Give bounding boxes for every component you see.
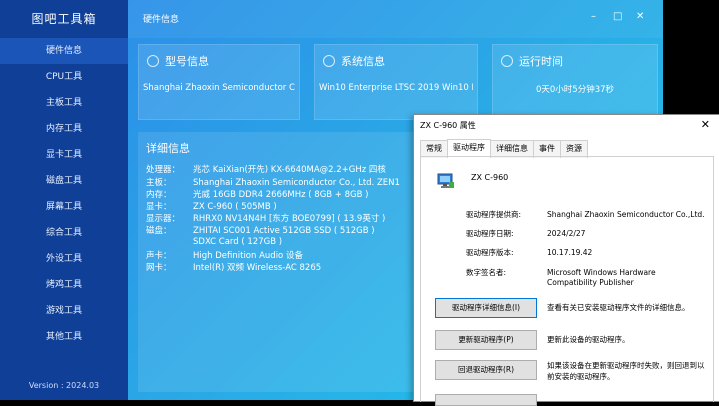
driver-details-button[interactable]: 驱动程序详细信息(I) bbox=[435, 298, 537, 318]
properties-dialog: ZX C-960 属性 ✕ 常规 驱动程序 详细信息 事件 资源 ZX C-96… bbox=[413, 114, 719, 406]
sidebar-item-disk[interactable]: 磁盘工具 bbox=[0, 168, 128, 194]
model-card-title: 型号信息 bbox=[165, 55, 209, 68]
driver-details-desc: 查看有关已安装驱动程序文件的详细信息。 bbox=[547, 303, 690, 312]
detail-row-monitor: 显示器： RHRX0 NV14N4H [东方 BOE0799] ( 13.9英寸 … bbox=[146, 214, 386, 224]
detail-row-audio: 声卡： High Definition Audio 设备 bbox=[146, 251, 303, 261]
dialog-title: ZX C-960 属性 bbox=[420, 121, 476, 130]
sidebar-item-general[interactable]: 综合工具 bbox=[0, 220, 128, 246]
model-card: 型号信息 Shanghai Zhaoxin Semiconductor Co.,… bbox=[138, 44, 300, 120]
detail-row-gpu: 显卡： ZX C-960 ( 505MB ) bbox=[146, 202, 277, 212]
minimize-button[interactable]: – bbox=[591, 11, 596, 22]
detail-row-cpu: 处理器： 兆芯 KaiXian(开先) KX-6640MA@2.2+GHz 四核 bbox=[146, 165, 386, 175]
dialog-close-button[interactable]: ✕ bbox=[701, 118, 710, 131]
detail-row-network: 网卡： Intel(R) 双频 Wireless-AC 8265 bbox=[146, 263, 322, 273]
sidebar: 图吧工具箱 硬件信息 CPU工具 主板工具 内存工具 显卡工具 磁盘工具 屏幕工… bbox=[0, 0, 128, 400]
detail-title: 详细信息 bbox=[146, 142, 190, 155]
system-card: 系统信息 Win10 Enterprise LTSC 2019 Win10 En… bbox=[314, 44, 478, 120]
detail-row-memory: 内存： 光威 16GB DDR4 2666MHz ( 8GB + 8GB ) bbox=[146, 190, 369, 200]
device-name: ZX C-960 bbox=[471, 173, 509, 182]
system-icon bbox=[323, 55, 335, 67]
system-value: Win10 Enterprise LTSC 2019 Win10 Ente bbox=[319, 83, 473, 93]
prop-date: 驱动程序日期: 2024/2/27 bbox=[466, 229, 586, 238]
detail-row-disk2: SDXC Card ( 127GB ) bbox=[193, 237, 283, 247]
sidebar-item-motherboard[interactable]: 主板工具 bbox=[0, 90, 128, 116]
app-title: 图吧工具箱 bbox=[31, 12, 97, 26]
sidebar-item-game[interactable]: 游戏工具 bbox=[0, 298, 128, 324]
rollback-driver-button[interactable]: 回退驱动程序(R) bbox=[435, 360, 537, 380]
uptime-value: 0天0小时5分钟37秒 bbox=[535, 85, 615, 95]
prop-provider: 驱动程序提供商: Shanghai Zhaoxin Semiconductor C… bbox=[466, 210, 705, 219]
prop-signer-2: Compatibility Publisher bbox=[547, 278, 634, 287]
display-adapter-icon bbox=[437, 173, 454, 188]
sidebar-item-peripheral[interactable]: 外设工具 bbox=[0, 246, 128, 272]
uptime-card-title: 运行时间 bbox=[519, 55, 563, 68]
uptime-card: 运行时间 0天0小时5分钟37秒 bbox=[492, 44, 658, 120]
prop-version: 驱动程序版本: 10.17.19.42 bbox=[466, 248, 593, 257]
sidebar-item-screen[interactable]: 屏幕工具 bbox=[0, 194, 128, 220]
sidebar-item-other[interactable]: 其他工具 bbox=[0, 324, 128, 350]
system-card-title: 系统信息 bbox=[341, 55, 385, 68]
sidebar-item-gpu[interactable]: 显卡工具 bbox=[0, 142, 128, 168]
update-driver-desc: 更新此设备的驱动程序。 bbox=[547, 335, 630, 344]
sidebar-item-stress[interactable]: 烤鸡工具 bbox=[0, 272, 128, 298]
clock-icon bbox=[501, 55, 513, 67]
page-title: 硬件信息 bbox=[143, 15, 180, 25]
detail-row-board: 主板： Shanghai Zhaoxin Semiconductor Co., L… bbox=[146, 178, 400, 188]
update-driver-button[interactable]: 更新驱动程序(P) bbox=[435, 330, 537, 350]
maximize-button[interactable]: □ bbox=[613, 11, 622, 22]
close-button[interactable]: ✕ bbox=[636, 11, 644, 22]
sidebar-item-cpu[interactable]: CPU工具 bbox=[0, 64, 128, 90]
tab-driver[interactable]: 驱动程序 bbox=[447, 139, 491, 157]
rollback-driver-desc: 如果该设备在更新驱动程序时失败，则回退到以前安装的驱动程序。 bbox=[547, 361, 705, 381]
sidebar-item-hardware[interactable]: 硬件信息 bbox=[0, 38, 128, 64]
title-bar: 硬件信息 – □ ✕ bbox=[128, 0, 663, 38]
version-label: Version : 2024.03 bbox=[28, 381, 100, 390]
prop-signer: 数字签名者: Microsoft Windows Hardware bbox=[466, 268, 656, 277]
driver-pane: ZX C-960 驱动程序提供商: Shanghai Zhaoxin Semico… bbox=[420, 156, 714, 406]
model-value: Shanghai Zhaoxin Semiconductor Co., L bbox=[143, 83, 295, 93]
sidebar-item-memory[interactable]: 内存工具 bbox=[0, 116, 128, 142]
next-button-partial[interactable] bbox=[435, 394, 537, 406]
detail-row-disk: 磁盘： ZHITAI SC001 Active 512GB SSD ( 512GB… bbox=[146, 226, 375, 236]
model-icon bbox=[147, 55, 159, 67]
